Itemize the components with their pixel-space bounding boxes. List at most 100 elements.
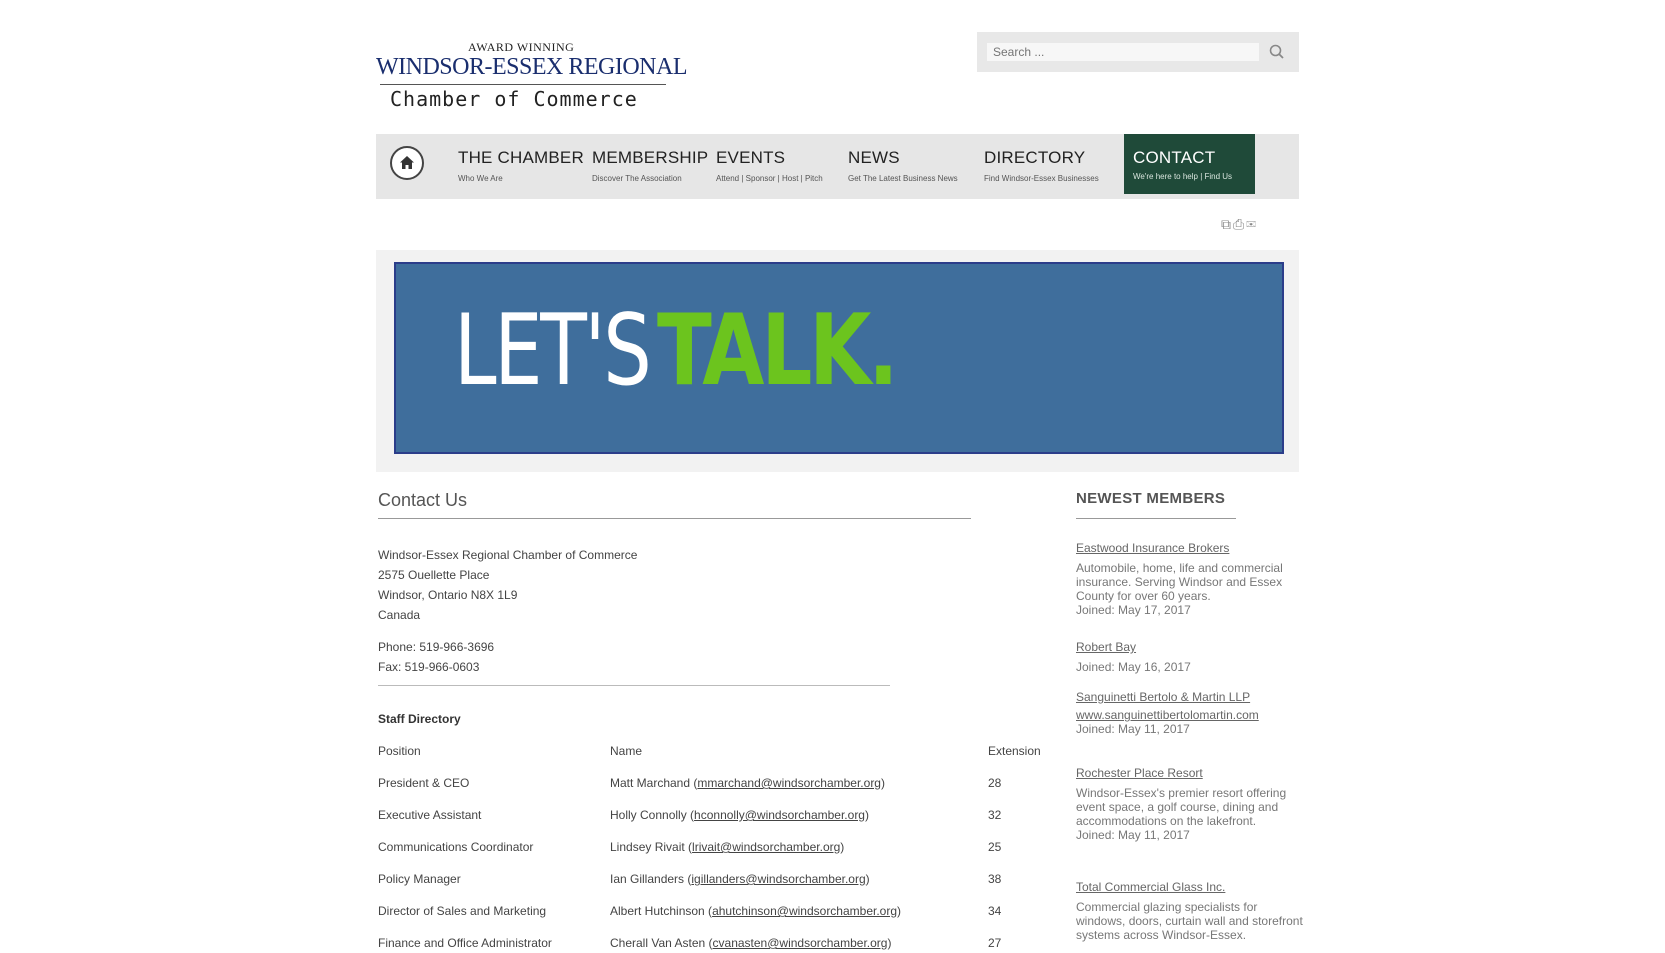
member-description: Windsor-Essex's premier resort offering … <box>1076 786 1287 828</box>
member-joined: Joined: May 16, 2017 <box>1076 660 1191 674</box>
nav-item-the-chamber[interactable]: THE CHAMBER Who We Are <box>458 148 584 183</box>
staff-name-cell: Holly Connolly (hconnolly@windsorchamber… <box>610 808 869 822</box>
staff-position: Policy Manager <box>378 872 461 886</box>
member-website-link[interactable]: www.sanguinettibertolomartin.com <box>1076 708 1259 722</box>
nav-item-membership[interactable]: MEMBERSHIP Discover The Association <box>592 148 708 183</box>
share-icon[interactable]: ⧉ <box>1221 216 1233 232</box>
logo-main-text[interactable]: WINDSOR-ESSEX REGIONAL <box>376 54 687 81</box>
search-input[interactable] <box>987 43 1259 61</box>
staff-email-link[interactable]: lrivait@windsorchamber.org <box>692 840 840 854</box>
email-icon[interactable]: ✉ <box>1246 216 1258 232</box>
nav-sublabel: Find Windsor-Essex Businesses <box>984 174 1099 183</box>
staff-extension: 27 <box>988 936 1002 950</box>
staff-extension: 32 <box>988 808 1002 822</box>
staff-position: Executive Assistant <box>378 808 482 822</box>
nav-label: CONTACT <box>1133 148 1216 167</box>
nav-label: EVENTS <box>716 148 786 167</box>
member-name-link[interactable]: Sanguinetti Bertolo & Martin LLP <box>1076 690 1250 704</box>
member-item: Rochester Place Resort Windsor-Essex's p… <box>1076 766 1306 842</box>
address-line: Windsor-Essex Regional Chamber of Commer… <box>378 548 638 562</box>
banner-frame: LET'STALK. <box>376 250 1299 472</box>
member-joined: Joined: May 17, 2017 <box>1076 603 1191 617</box>
staff-name-cell: Lindsey Rivait (lrivait@windsorchamber.o… <box>610 840 845 854</box>
logo-rule <box>380 84 666 85</box>
column-header-extension: Extension <box>988 744 1041 758</box>
staff-name: Cherall Van Asten <box>610 936 706 950</box>
staff-name-cell: Ian Gillanders (igillanders@windsorchamb… <box>610 872 870 886</box>
print-icon[interactable]: ⎙ <box>1233 216 1246 232</box>
staff-name: Ian Gillanders <box>610 872 685 886</box>
nav-label: MEMBERSHIP <box>592 148 709 167</box>
member-item: Total Commercial Glass Inc. Commercial g… <box>1076 880 1306 942</box>
staff-email-link[interactable]: hconnolly@windsorchamber.org <box>694 808 865 822</box>
member-item: Robert Bay Joined: May 16, 2017 <box>1076 640 1306 674</box>
search-icon[interactable] <box>1267 42 1287 62</box>
staff-name: Holly Connolly <box>610 808 687 822</box>
address-line: Canada <box>378 608 421 622</box>
nav-sublabel: Attend | Sponsor | Host | Pitch <box>716 174 823 183</box>
nav-sublabel: Discover The Association <box>592 174 682 183</box>
staff-position: Director of Sales and Marketing <box>378 904 547 918</box>
staff-extension: 38 <box>988 872 1002 886</box>
hero-banner: LET'STALK. <box>394 262 1284 454</box>
staff-extension: 28 <box>988 776 1002 790</box>
staff-extension: 34 <box>988 904 1002 918</box>
column-header-position: Position <box>378 744 421 758</box>
column-header-name: Name <box>610 744 643 758</box>
member-name-link[interactable]: Eastwood Insurance Brokers <box>1076 541 1229 555</box>
address-line: 2575 Ouellette Place <box>378 568 490 582</box>
nav-label: NEWS <box>848 148 900 167</box>
staff-email-link[interactable]: mmarchand@windsorchamber.org <box>697 776 881 790</box>
staff-email-link[interactable]: cvanasten@windsorchamber.org <box>713 936 888 950</box>
staff-directory-heading: Staff Directory <box>378 712 461 726</box>
nav-sublabel: Who We Are <box>458 174 503 183</box>
staff-name-cell: Cherall Van Asten (cvanasten@windsorcham… <box>610 936 892 950</box>
address-line: Windsor, Ontario N8X 1L9 <box>378 588 518 602</box>
logo-sub-text[interactable]: Chamber of Commerce <box>390 87 638 111</box>
nav-sublabel: We're here to help | Find Us <box>1133 172 1233 181</box>
sidebar-title: NEWEST MEMBERS <box>1076 490 1226 507</box>
home-button[interactable] <box>390 146 424 180</box>
member-joined: Joined: May 11, 2017 <box>1076 722 1190 736</box>
home-icon <box>400 156 414 169</box>
section-divider <box>378 685 890 686</box>
title-divider <box>378 518 971 519</box>
staff-name-cell: Albert Hutchinson (ahutchinson@windsorch… <box>610 904 902 918</box>
search-box <box>977 32 1299 72</box>
nav-label: DIRECTORY <box>984 148 1086 167</box>
member-description: Commercial glazing specialists for windo… <box>1076 900 1303 942</box>
staff-name-cell: Matt Marchand (mmarchand@windsorchamber.… <box>610 776 885 790</box>
staff-position: Finance and Office Administrator <box>378 936 552 950</box>
staff-position: Communications Coordinator <box>378 840 534 854</box>
staff-extension: 25 <box>988 840 1002 854</box>
fax-number: Fax: 519-966-0603 <box>378 660 480 674</box>
sidebar-divider <box>1076 518 1236 519</box>
page-tools: ⧉⎙✉ <box>1221 216 1258 233</box>
member-description: Automobile, home, life and commercial in… <box>1076 561 1283 603</box>
staff-name: Albert Hutchinson <box>610 904 705 918</box>
staff-name: Lindsey Rivait <box>610 840 685 854</box>
nav-item-events[interactable]: EVENTS Attend | Sponsor | Host | Pitch <box>716 148 823 183</box>
main-nav: THE CHAMBER Who We Are MEMBERSHIP Discov… <box>376 134 1299 199</box>
staff-name: Matt Marchand <box>610 776 691 790</box>
nav-item-contact[interactable]: CONTACT We're here to help | Find Us <box>1124 134 1255 194</box>
phone-number: Phone: 519-966-3696 <box>378 640 495 654</box>
member-item: Eastwood Insurance Brokers Automobile, h… <box>1076 541 1306 617</box>
member-item: Sanguinetti Bertolo & Martin LLP www.san… <box>1076 690 1316 736</box>
member-name-link[interactable]: Rochester Place Resort <box>1076 766 1203 780</box>
banner-lets-text: LET'S <box>454 294 652 408</box>
nav-sublabel: Get The Latest Business News <box>848 174 958 183</box>
page-title: Contact Us <box>378 490 468 510</box>
staff-email-link[interactable]: ahutchinson@windsorchamber.org <box>712 904 897 918</box>
nav-item-news[interactable]: NEWS Get The Latest Business News <box>848 148 958 183</box>
logo-award-text: AWARD WINNING <box>468 40 575 54</box>
staff-position: President & CEO <box>378 776 470 790</box>
banner-headline: LET'STALK. <box>454 302 947 400</box>
member-name-link[interactable]: Robert Bay <box>1076 640 1136 654</box>
nav-label: THE CHAMBER <box>458 148 584 167</box>
member-joined: Joined: May 11, 2017 <box>1076 828 1190 842</box>
nav-item-directory[interactable]: DIRECTORY Find Windsor-Essex Businesses <box>984 148 1099 183</box>
staff-email-link[interactable]: igillanders@windsorchamber.org <box>691 872 865 886</box>
member-name-link[interactable]: Total Commercial Glass Inc. <box>1076 880 1225 894</box>
banner-talk-text: TALK. <box>656 294 899 408</box>
